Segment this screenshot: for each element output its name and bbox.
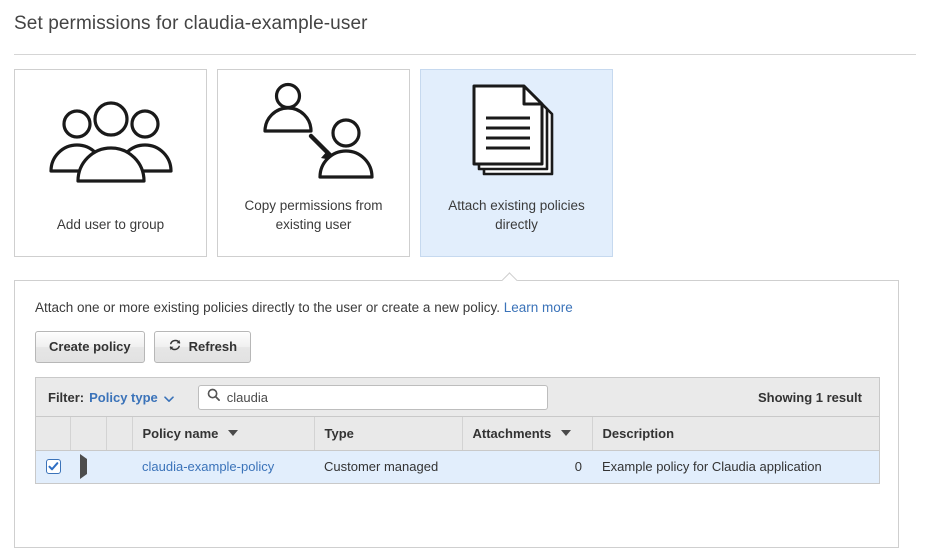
option-card-label: Copy permissions from existing user: [244, 198, 383, 232]
copy-user-permissions-icon: [218, 70, 409, 196]
create-policy-label: Create policy: [49, 339, 131, 354]
policy-search-input[interactable]: claudia: [197, 384, 548, 410]
sort-descending-icon: [228, 430, 238, 437]
sort-descending-icon: [560, 430, 571, 437]
refresh-icon: [168, 338, 182, 355]
panel-notch-indicator: [502, 272, 520, 281]
policies-table: Policy name Type Attachments Description: [36, 417, 879, 484]
panel-action-buttons: Create policy Refresh: [15, 317, 898, 363]
panel-description: Attach one or more existing policies dir…: [15, 281, 898, 317]
option-card-add-user-to-group[interactable]: Add user to group: [14, 69, 207, 257]
chevron-down-icon: [163, 391, 174, 402]
create-policy-button[interactable]: Create policy: [35, 331, 145, 363]
column-header-expand: [70, 417, 107, 451]
column-header-attachments-label: Attachments: [472, 425, 552, 441]
table-header-row: Policy name Type Attachments Description: [36, 417, 879, 451]
page-title: Set permissions for claudia-example-user: [14, 13, 368, 34]
column-header-policy-name[interactable]: Policy name: [132, 417, 315, 451]
permission-option-cards: Add user to group Copy permissions from …: [0, 55, 932, 257]
column-header-spacer: [106, 417, 133, 451]
expand-row-icon[interactable]: [80, 454, 87, 479]
column-header-type[interactable]: Type: [314, 417, 463, 451]
refresh-label: Refresh: [188, 339, 238, 354]
row-description-cell: Example policy for Claudia application: [592, 450, 879, 484]
column-header-select: [36, 417, 71, 451]
option-card-copy-permissions[interactable]: Copy permissions from existing user: [217, 69, 410, 257]
attach-policies-panel: Attach one or more existing policies dir…: [14, 280, 899, 548]
option-card-label: Add user to group: [56, 217, 165, 232]
user-group-icon: [15, 70, 206, 215]
policy-name-link[interactable]: claudia-example-policy: [142, 459, 274, 474]
column-header-policy-name-label: Policy name: [142, 425, 219, 441]
row-checkbox[interactable]: [46, 458, 61, 474]
results-count: Showing 1 result: [757, 389, 862, 405]
filter-bar: Filter: Policy type claudia Showing 1 re…: [36, 378, 879, 417]
policy-type-filter-dropdown[interactable]: Policy type: [89, 389, 174, 405]
page-header: Set permissions for claudia-example-user: [0, 0, 932, 45]
refresh-button[interactable]: Refresh: [153, 331, 252, 363]
documents-stack-icon: [421, 70, 612, 196]
row-attachments-cell: 0: [462, 450, 592, 484]
row-spacer-cell: [106, 450, 132, 484]
table-row[interactable]: claudia-example-policy Customer managed …: [36, 450, 879, 484]
learn-more-link[interactable]: Learn more: [504, 300, 573, 315]
row-policy-name-cell: claudia-example-policy: [132, 450, 314, 484]
option-card-attach-policies[interactable]: Attach existing policies directly: [420, 69, 613, 257]
row-expand-cell: [70, 450, 106, 484]
panel-description-text: Attach one or more existing policies dir…: [35, 300, 500, 315]
row-select-cell: [36, 450, 70, 484]
search-icon: [207, 388, 220, 406]
column-header-description[interactable]: Description: [592, 417, 879, 451]
policy-search-value: claudia: [226, 389, 268, 405]
column-header-attachments[interactable]: Attachments: [462, 417, 593, 451]
policy-type-filter-value: Policy type: [89, 389, 158, 405]
row-type-cell: Customer managed: [314, 450, 462, 484]
filter-label: Filter:: [48, 389, 85, 405]
option-card-label: Attach existing policies directly: [448, 198, 585, 232]
policies-table-container: Filter: Policy type claudia Showing 1 re…: [35, 377, 880, 484]
